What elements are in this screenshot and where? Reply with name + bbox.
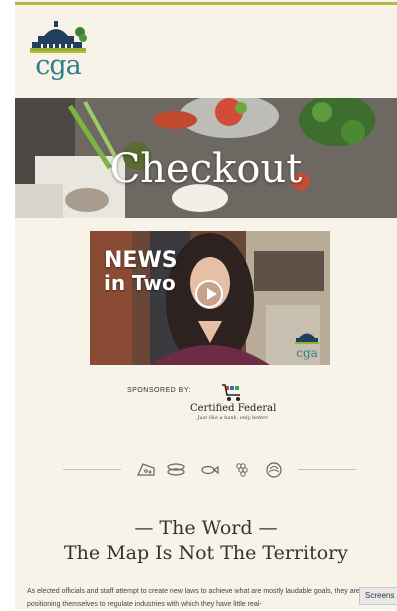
logo-wordmark: cga <box>35 50 82 81</box>
article-title: The Map Is Not The Territory <box>64 542 348 564</box>
screens-tab[interactable]: Screens <box>359 587 397 605</box>
sponsored-by-label: SPONSORED BY: <box>127 387 192 394</box>
sponsor-name: Certified Federal <box>190 403 277 414</box>
grapes-icon <box>236 463 248 477</box>
bread-icon <box>167 463 185 476</box>
video-title: NEWS in Two <box>104 248 184 295</box>
shopping-cart-icon <box>222 384 240 401</box>
news-in-two-video[interactable]: NEWS in Two cga <box>90 231 330 365</box>
video-title-line1: NEWS <box>104 248 178 273</box>
video-title-line2: in Two <box>104 271 176 295</box>
hero-title: Checkout <box>109 146 303 192</box>
cga-logo[interactable]: cga <box>28 20 88 84</box>
divider-rule-right <box>298 469 356 470</box>
article-body: As elected officials and staff attempt t… <box>27 588 378 608</box>
capitol-dome-icon <box>30 21 87 53</box>
sponsor-tagline: Just like a bank, only better. <box>197 415 269 421</box>
capitol-badge-icon: cga <box>295 333 319 360</box>
cheese-icon <box>137 463 155 476</box>
divider-rule-left <box>63 469 121 470</box>
play-icon[interactable] <box>195 280 223 308</box>
newsletter-page: cga Checkout NEWS in Two cga SPONSORED B… <box>15 0 397 609</box>
cabbage-icon <box>266 462 282 478</box>
top-accent-rule <box>15 2 397 5</box>
fish-icon <box>201 465 219 475</box>
section-kicker: — The Word — <box>134 517 278 539</box>
video-badge-text: cga <box>296 346 318 360</box>
certified-federal-logo[interactable]: Certified Federal Just like a bank, only… <box>190 384 276 424</box>
hero-banner: Checkout <box>15 98 397 218</box>
